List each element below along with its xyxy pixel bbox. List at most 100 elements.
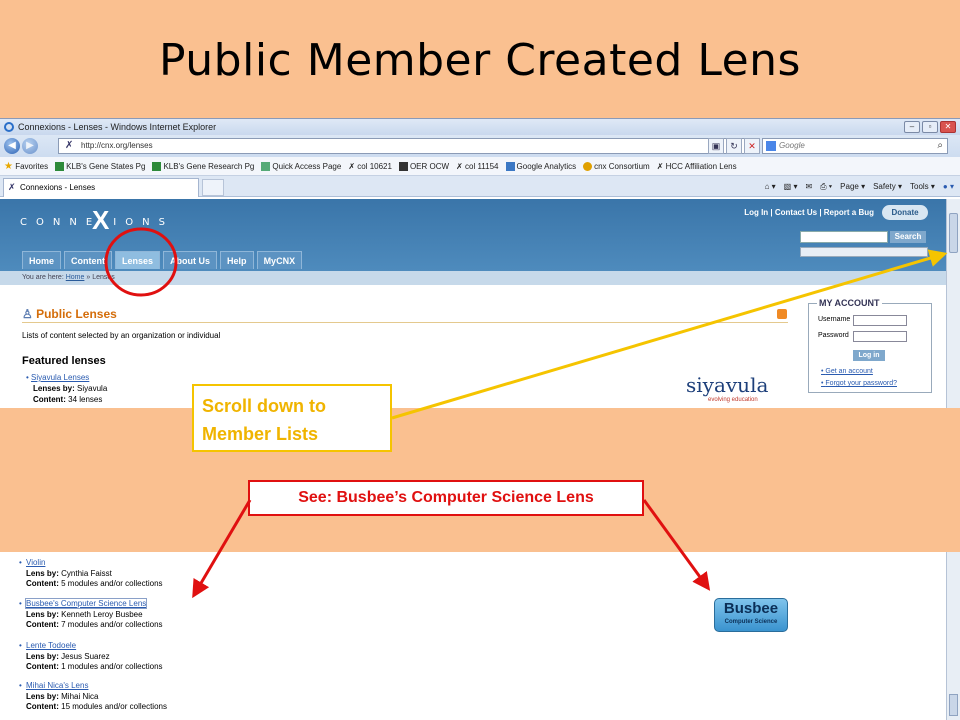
cnx-favicon-icon: ✗ [8, 182, 16, 192]
site-nav: Home Content Lenses About Us Help MyCNX [22, 251, 303, 269]
forgot-password-text: Forgot your password? [825, 380, 897, 387]
lens-link[interactable]: Violin [26, 558, 45, 567]
favorite-label: col 11154 [465, 162, 499, 171]
mail-icon[interactable]: ✉ [805, 176, 812, 197]
home-icon[interactable]: ⌂ ▾ [765, 176, 776, 197]
favorite-link[interactable]: ✗ col 10621 [348, 157, 392, 175]
window-title: Connexions - Lenses - Windows Internet E… [18, 122, 217, 132]
lens-by-value: Jesus Suarez [61, 651, 110, 661]
favorite-link[interactable]: Google Analytics [505, 157, 576, 175]
lens-link[interactable]: Mihai Nica's Lens [26, 681, 88, 690]
tab-help[interactable]: Help [220, 251, 254, 269]
scrollbar-thumb[interactable] [949, 213, 958, 253]
get-account-link[interactable]: • Get an account [821, 368, 873, 375]
content-value: 15 modules and/or collections [61, 702, 167, 711]
forward-icon[interactable]: ▶ [22, 138, 38, 154]
forgot-password-link[interactable]: • Forgot your password? [821, 380, 897, 387]
content-label: Content: [33, 395, 66, 404]
horizontal-scrollbar[interactable] [800, 247, 928, 257]
favorite-link[interactable]: cnx Consortium [583, 157, 650, 175]
busbee-logo[interactable]: Busbee Computer Science [714, 598, 788, 632]
minimize-button[interactable]: – [904, 121, 920, 133]
slide: Public Member Created Lens Connexions - … [0, 0, 960, 720]
breadcrumb-home-link[interactable]: Home [66, 274, 85, 281]
close-window-button[interactable]: ✕ [940, 121, 956, 133]
safety-menu[interactable]: Safety ▾ [873, 176, 902, 197]
content-value: 7 modules and/or collections [61, 620, 163, 629]
featured-lens-link[interactable]: Siyavula Lenses [31, 373, 89, 382]
top-links[interactable]: Log In | Contact Us | Report a Bug [744, 208, 874, 217]
feeds-icon[interactable]: ▧ ▾ [784, 176, 798, 197]
browser-tab[interactable]: ✗ Connexions - Lenses [3, 178, 199, 197]
favorite-link[interactable]: KLB's Gene States Pg [55, 157, 145, 175]
favorites-button[interactable]: ★ Favorites [4, 157, 48, 175]
content-value: 1 modules and/or collections [61, 662, 163, 671]
favorite-link[interactable]: Quick Access Page [261, 157, 341, 175]
logo-x-mark: X [92, 205, 110, 235]
tab-title: Connexions - Lenses [20, 183, 96, 192]
window-titlebar: Connexions - Lenses - Windows Internet E… [0, 119, 960, 135]
scrollbar-thumb[interactable] [949, 694, 958, 716]
tab-mycnx[interactable]: MyCNX [256, 251, 303, 269]
favorite-label: col 10621 [357, 162, 392, 171]
site-search-button[interactable]: Search [890, 231, 926, 243]
favorite-link[interactable]: ✗ HCC Affiliation Lens [657, 157, 737, 175]
bookmark-icon [261, 162, 271, 172]
command-bar: ⌂ ▾ ▧ ▾ ✉ ⎙ ▾ Page ▾ Safety ▾ Tools ▾ ● … [765, 176, 954, 197]
login-button[interactable]: Log in [853, 350, 885, 361]
favorite-link[interactable]: KLB's Gene Research Pg [152, 157, 254, 175]
search-box[interactable]: Google ⌕ [762, 138, 948, 154]
help-icon[interactable]: ● ▾ [943, 176, 954, 197]
busbee-logo-main: Busbee [723, 600, 779, 617]
print-icon[interactable]: ⎙ ▾ [820, 176, 832, 197]
site-search-input[interactable] [800, 231, 888, 243]
favorite-label: KLB's Gene States Pg [66, 162, 146, 171]
tab-lenses[interactable]: Lenses [115, 251, 161, 269]
tab-about-us[interactable]: About Us [163, 251, 218, 269]
address-row: ◀ ▶ ✗ http://cnx.org/lenses ▣ ↻ ✕ Google… [0, 135, 960, 157]
stop-icon[interactable]: ✕ [744, 138, 760, 154]
busbee-lens-link[interactable]: Busbee's Computer Science Lens [24, 598, 148, 609]
rss-icon[interactable] [777, 309, 787, 319]
search-placeholder: Google [779, 141, 805, 150]
vertical-scrollbar[interactable] [946, 199, 960, 408]
page-menu[interactable]: Page ▾ [840, 176, 865, 197]
favorite-label: OER OCW [409, 162, 450, 171]
password-label: Password [818, 332, 849, 339]
bookmark-icon [398, 162, 408, 172]
search-icon[interactable]: ⌕ [937, 139, 943, 153]
star-icon: ★ [4, 161, 13, 172]
tab-content[interactable]: Content [64, 251, 113, 269]
lens-link[interactable]: Lente Todoele [26, 641, 76, 650]
get-account-text: Get an account [825, 368, 873, 375]
new-tab-button[interactable] [202, 179, 224, 196]
content-label: Content: [26, 702, 59, 711]
content-value: 34 lenses [68, 395, 103, 404]
favorite-link[interactable]: ✗ col 11154 [456, 157, 498, 175]
username-field[interactable] [853, 315, 907, 326]
maximize-button[interactable]: ▫ [922, 121, 938, 133]
vertical-scrollbar[interactable] [946, 552, 960, 720]
google-icon [766, 141, 776, 151]
refresh-icon[interactable]: ↻ [726, 138, 742, 154]
favorites-bar: ★ Favorites KLB's Gene States Pg KLB's G… [0, 157, 960, 176]
compat-view-icon[interactable]: ▣ [708, 138, 724, 154]
list-item: • Mihai Nica's Lens Lens by: Mihai Nica … [19, 681, 167, 713]
slide-title: Public Member Created Lens [159, 35, 801, 86]
bullet-icon: • [19, 599, 22, 608]
busbee-callout: See: Busbee’s Computer Science Lens [248, 480, 644, 516]
lens-by-value: Cynthia Faisst [61, 568, 112, 578]
back-icon[interactable]: ◀ [4, 138, 20, 154]
password-field[interactable] [853, 331, 907, 342]
donate-button[interactable]: Donate [882, 205, 928, 220]
favorite-link[interactable]: OER OCW [398, 157, 450, 175]
tab-home[interactable]: Home [22, 251, 62, 269]
siyavula-tagline: evolving education [708, 397, 758, 403]
lens-by-label: Lenses by: [33, 384, 75, 393]
address-bar[interactable]: ✗ http://cnx.org/lenses [58, 138, 758, 154]
bullet-icon: • [19, 641, 22, 650]
lens-by-label: Lens by: [26, 651, 59, 661]
tools-menu[interactable]: Tools ▾ [910, 176, 935, 197]
siyavula-logo[interactable]: siyavula [686, 373, 768, 397]
breadcrumb: You are here: Home » Lenses [0, 271, 946, 285]
